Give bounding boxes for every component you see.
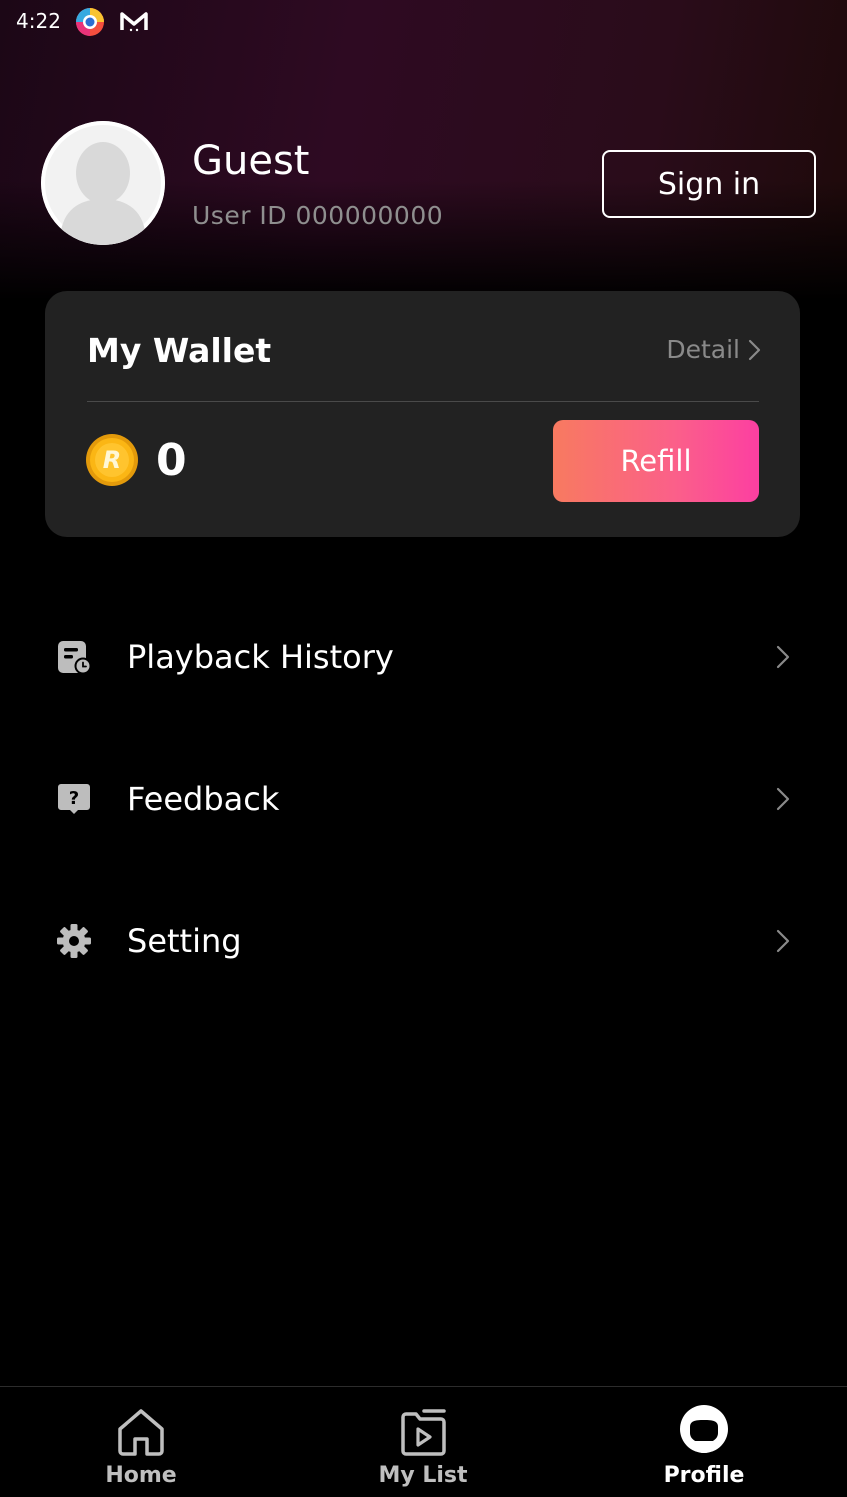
nav-label-my-list: My List: [378, 1463, 468, 1488]
refill-button[interactable]: Refill: [553, 420, 759, 502]
chevron-right-icon: [748, 339, 761, 360]
coin-balance: 0: [156, 435, 187, 486]
menu-item-playback-history[interactable]: Playback History: [0, 612, 847, 702]
chevron-right-icon: [776, 645, 790, 669]
wallet-detail-link[interactable]: Detail: [666, 335, 762, 364]
my-list-icon: [401, 1409, 446, 1456]
status-bar: 4:22: [0, 0, 847, 46]
menu-label-setting: Setting: [127, 922, 242, 960]
svg-text:R: R: [103, 446, 121, 474]
nav-label-profile: Profile: [663, 1463, 745, 1488]
coin-icon: R: [86, 434, 138, 486]
status-time: 4:22: [16, 9, 61, 33]
menu-label-playback-history: Playback History: [127, 638, 394, 676]
gear-icon: [57, 924, 91, 958]
chevron-right-icon: [776, 929, 790, 953]
chevron-right-icon: [776, 787, 790, 811]
menu-label-feedback: Feedback: [127, 780, 280, 818]
svg-text:?: ?: [69, 788, 79, 809]
profile-icon: [680, 1405, 728, 1453]
nav-label-home: Home: [105, 1463, 177, 1488]
avatar-placeholder-icon: [41, 121, 165, 245]
nav-tab-my-list[interactable]: My List: [323, 1387, 523, 1497]
sign-in-button[interactable]: Sign in: [602, 150, 816, 218]
wallet-title: My Wallet: [87, 331, 272, 370]
user-id: User ID 000000000: [192, 201, 444, 230]
menu-item-feedback[interactable]: ? Feedback: [0, 754, 847, 844]
avatar[interactable]: [41, 121, 165, 245]
menu-item-setting[interactable]: Setting: [0, 896, 847, 986]
nav-tab-profile[interactable]: Profile: [604, 1387, 804, 1497]
wallet-detail-label: Detail: [666, 335, 740, 364]
mail-app-icon: [120, 12, 148, 32]
feedback-icon: ?: [58, 784, 90, 814]
bottom-nav: Home My List Profile: [0, 1386, 847, 1497]
wallet-card: My Wallet Detail R 0 Refill: [45, 291, 800, 537]
home-icon: [118, 1409, 164, 1456]
nav-tab-home[interactable]: Home: [41, 1387, 241, 1497]
profile-name: Guest: [192, 138, 310, 184]
wallet-divider: [87, 401, 759, 402]
browser-app-icon: [76, 8, 104, 36]
playback-history-icon: [58, 641, 92, 675]
